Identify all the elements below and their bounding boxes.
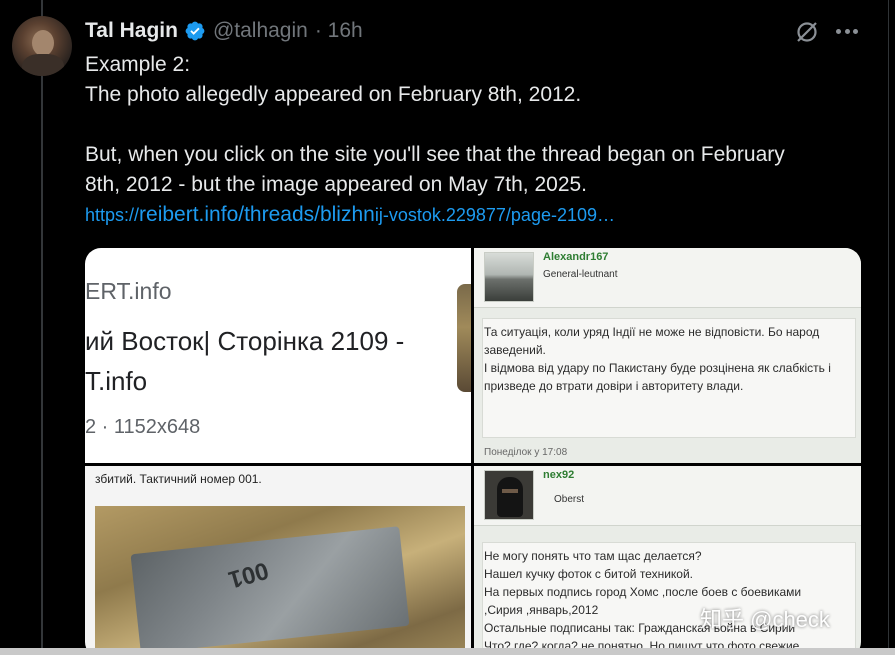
media-grid[interactable]: ERT.info ий Восток| Сторінка 2109 - T.in…	[85, 248, 861, 655]
result-title: ий Восток| Сторінка 2109 -	[85, 326, 405, 356]
post-text-line: Нашел кучку фоток с битой техникой.	[484, 567, 694, 581]
result-title: T.info	[85, 366, 148, 396]
post-text-line: Не могу понять что там щас делается?	[484, 549, 702, 563]
post-rank: General-leutnant	[543, 269, 618, 280]
grok-icon[interactable]	[795, 20, 819, 44]
post-username: nex92	[543, 469, 575, 481]
post-text-line: заведений.	[484, 343, 546, 357]
post-header: nex92 Oberst	[474, 466, 861, 526]
bottom-edge	[0, 648, 895, 655]
post-text-line: На первых подпись город Хомс ,после боев…	[484, 585, 802, 599]
post-timestamp: Понеділок у 17:08	[484, 447, 568, 458]
image-google-result[interactable]: ERT.info ий Восток| Сторінка 2109 - T.in…	[85, 248, 471, 463]
tweet-link[interactable]: https://reibert.info/threads/blizhnij-vo…	[85, 201, 615, 229]
watermark: 知乎 @check	[700, 607, 830, 632]
result-thumbnail	[457, 284, 471, 392]
tweet-text-line: But, when you click on the site you'll s…	[85, 143, 785, 166]
image-forum-post[interactable]: Alexandr167 General-leutnant Та ситуація…	[474, 248, 861, 463]
photo-caption: збитий. Тактичний номер 001.	[95, 472, 262, 486]
avatar[interactable]	[12, 16, 72, 76]
user-avatar	[484, 470, 534, 520]
result-meta: 2 · 1152x648	[85, 416, 201, 438]
post-text-line: І відмова від удару по Пакистану буде ро…	[484, 361, 831, 375]
thread-line	[41, 0, 43, 655]
tweet-time[interactable]: · 16h	[315, 19, 363, 43]
post-text-line: Та ситуація, коли уряд Індії не може не …	[484, 325, 820, 339]
debris-photo: 001	[95, 506, 465, 655]
more-options-icon[interactable]	[836, 29, 858, 35]
user-avatar	[484, 252, 534, 302]
tweet-text-line: 8th, 2012 - but the image appeared on Ma…	[85, 173, 588, 196]
tweet-text-line: The photo allegedly appeared on February…	[85, 83, 582, 106]
timeline-border	[888, 0, 889, 655]
verified-badge-icon	[185, 21, 205, 41]
post-rank: Oberst	[554, 494, 585, 505]
author-name[interactable]: Tal Hagin	[85, 19, 178, 43]
post-text-line: ,Сирия ,январь,2012	[484, 603, 599, 617]
post-header: Alexandr167 General-leutnant	[474, 248, 861, 308]
tweet-text-line: Example 2:	[85, 53, 191, 76]
tweet-header: Tal Hagin @talhagin · 16h	[85, 17, 363, 45]
image-debris-photo[interactable]: збитий. Тактичний номер 001. 001	[85, 466, 471, 655]
post-text-line: призведе до втрати довіри і авторитету в…	[484, 379, 744, 393]
author-handle[interactable]: @talhagin	[213, 19, 308, 43]
post-username: Alexandr167	[543, 251, 609, 263]
result-site: ERT.info	[85, 278, 172, 304]
